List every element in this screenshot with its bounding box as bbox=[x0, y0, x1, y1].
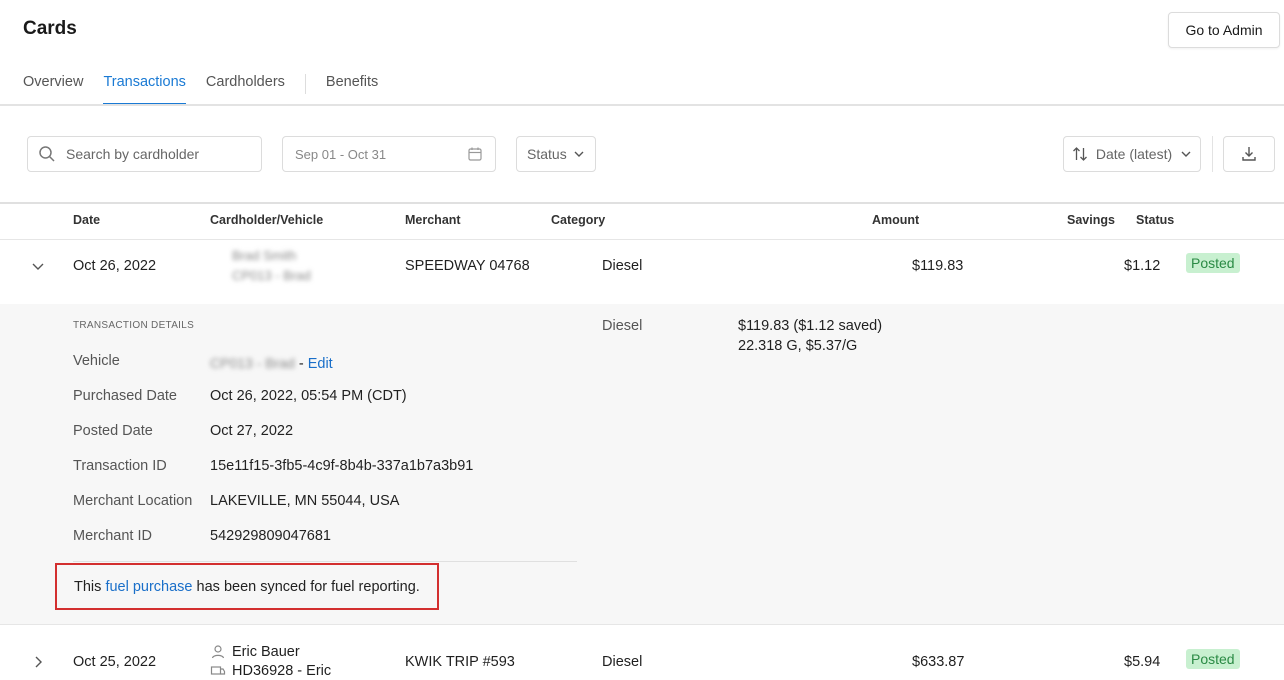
details-vehicle-value: CP013 - Brad - Edit bbox=[210, 353, 333, 373]
cardholder-name-redacted: Brad Smith bbox=[232, 248, 297, 263]
details-posted-date-label: Posted Date bbox=[73, 423, 153, 439]
table-header-border bbox=[0, 239, 1284, 240]
chevron-down-icon bbox=[31, 259, 45, 273]
go-to-admin-button[interactable]: Go to Admin bbox=[1168, 12, 1280, 48]
search-placeholder: Search by cardholder bbox=[66, 146, 200, 162]
column-header-date[interactable]: Date bbox=[73, 213, 100, 227]
collapse-row-button[interactable] bbox=[31, 259, 45, 273]
tab-transactions[interactable]: Transactions bbox=[103, 74, 186, 105]
date-range-value: Sep 01 - Oct 31 bbox=[295, 146, 387, 162]
tab-cardholders[interactable]: Cardholders bbox=[206, 74, 285, 103]
vehicle-icon bbox=[210, 663, 226, 679]
row-border bbox=[0, 624, 1284, 625]
row-savings: $1.12 bbox=[1124, 258, 1161, 274]
row-amount: $633.87 bbox=[912, 654, 965, 670]
search-icon bbox=[38, 145, 56, 163]
chevron-right-icon bbox=[31, 655, 45, 669]
notice-suffix: has been synced for fuel reporting. bbox=[196, 578, 420, 595]
details-merchant-location-value: LAKEVILLE, MN 55044, USA bbox=[210, 493, 400, 509]
sort-icon bbox=[1072, 146, 1088, 162]
status-filter-dropdown[interactable]: Status bbox=[516, 136, 596, 172]
column-header-savings[interactable]: Savings bbox=[1067, 213, 1115, 227]
details-category: Diesel bbox=[602, 318, 643, 334]
details-posted-date-value: Oct 27, 2022 bbox=[210, 423, 294, 439]
search-input[interactable]: Search by cardholder bbox=[27, 136, 262, 172]
row-category: Diesel bbox=[602, 654, 643, 670]
edit-vehicle-link[interactable]: Edit bbox=[308, 356, 333, 372]
details-transaction-id-label: Transaction ID bbox=[73, 458, 167, 474]
row-merchant: SPEEDWAY 04768 bbox=[405, 258, 530, 274]
column-header-cardholder[interactable]: Cardholder/Vehicle bbox=[210, 213, 323, 227]
tab-overview[interactable]: Overview bbox=[23, 74, 83, 103]
tab-separator bbox=[304, 74, 306, 94]
details-divider bbox=[73, 561, 577, 562]
row-date: Oct 26, 2022 bbox=[73, 258, 157, 274]
tab-bar: Overview Transactions Cardholders Benefi… bbox=[23, 74, 398, 105]
column-header-status[interactable]: Status bbox=[1136, 213, 1174, 227]
vehicle-redacted: CP013 - Brad bbox=[210, 355, 295, 371]
fuel-sync-notice: This fuel purchase has been synced for f… bbox=[55, 563, 439, 610]
download-icon bbox=[1240, 145, 1258, 163]
status-filter-label: Status bbox=[527, 146, 567, 162]
column-header-merchant[interactable]: Merchant bbox=[405, 213, 461, 227]
row-cardholder[interactable]: Brad Smith CP013 - Brad bbox=[210, 246, 311, 286]
status-badge: Posted bbox=[1186, 649, 1240, 669]
details-merchant-location-label: Merchant Location bbox=[73, 493, 193, 509]
toolbar-separator bbox=[1212, 136, 1213, 172]
tabs-divider bbox=[0, 104, 1284, 106]
row-cardholder[interactable]: Eric Bauer HD36928 - Eric bbox=[210, 642, 331, 680]
details-fuel-quantity: 22.318 G, $5.37/G bbox=[738, 338, 858, 354]
calendar-icon bbox=[467, 146, 483, 162]
details-purchased-date-label: Purchased Date bbox=[73, 388, 177, 404]
vehicle-name-redacted: CP013 - Brad bbox=[232, 268, 311, 283]
notice-prefix: This bbox=[74, 578, 102, 595]
details-vehicle-label: Vehicle bbox=[73, 353, 120, 369]
status-badge: Posted bbox=[1186, 253, 1240, 273]
page-title: Cards bbox=[23, 18, 77, 39]
sort-label: Date (latest) bbox=[1095, 146, 1173, 162]
download-button[interactable] bbox=[1223, 136, 1275, 172]
table-top-border bbox=[0, 202, 1284, 204]
date-range-picker[interactable]: Sep 01 - Oct 31 bbox=[282, 136, 496, 172]
fuel-purchase-link[interactable]: fuel purchase bbox=[105, 579, 192, 595]
chevron-down-icon bbox=[573, 148, 585, 160]
tab-benefits[interactable]: Benefits bbox=[326, 74, 378, 103]
person-icon bbox=[210, 644, 226, 660]
details-transaction-id-value: 15e11f15-3fb5-4c9f-8b4b-337a1b7a3b91 bbox=[210, 458, 474, 474]
details-section-title: TRANSACTION DETAILS bbox=[73, 320, 195, 331]
column-header-amount[interactable]: Amount bbox=[872, 213, 919, 227]
row-savings: $5.94 bbox=[1124, 654, 1161, 670]
expand-row-button[interactable] bbox=[31, 655, 45, 669]
row-category: Diesel bbox=[602, 258, 643, 274]
cardholder-name: Eric Bauer bbox=[232, 643, 300, 660]
row-date: Oct 25, 2022 bbox=[73, 654, 157, 670]
details-merchant-id-value: 542929809047681 bbox=[210, 528, 331, 544]
row-merchant: KWIK TRIP #593 bbox=[405, 654, 515, 670]
edit-separator: - bbox=[294, 356, 308, 372]
chevron-down-icon bbox=[1180, 148, 1192, 160]
column-header-category[interactable]: Category bbox=[551, 213, 605, 227]
row-amount: $119.83 bbox=[912, 258, 964, 274]
details-merchant-id-label: Merchant ID bbox=[73, 528, 152, 544]
details-amount-summary: $119.83 ($1.12 saved) bbox=[738, 318, 883, 334]
vehicle-name: HD36928 - Eric bbox=[232, 662, 332, 679]
details-purchased-date-value: Oct 26, 2022, 05:54 PM (CDT) bbox=[210, 388, 407, 404]
sort-dropdown[interactable]: Date (latest) bbox=[1063, 136, 1201, 172]
